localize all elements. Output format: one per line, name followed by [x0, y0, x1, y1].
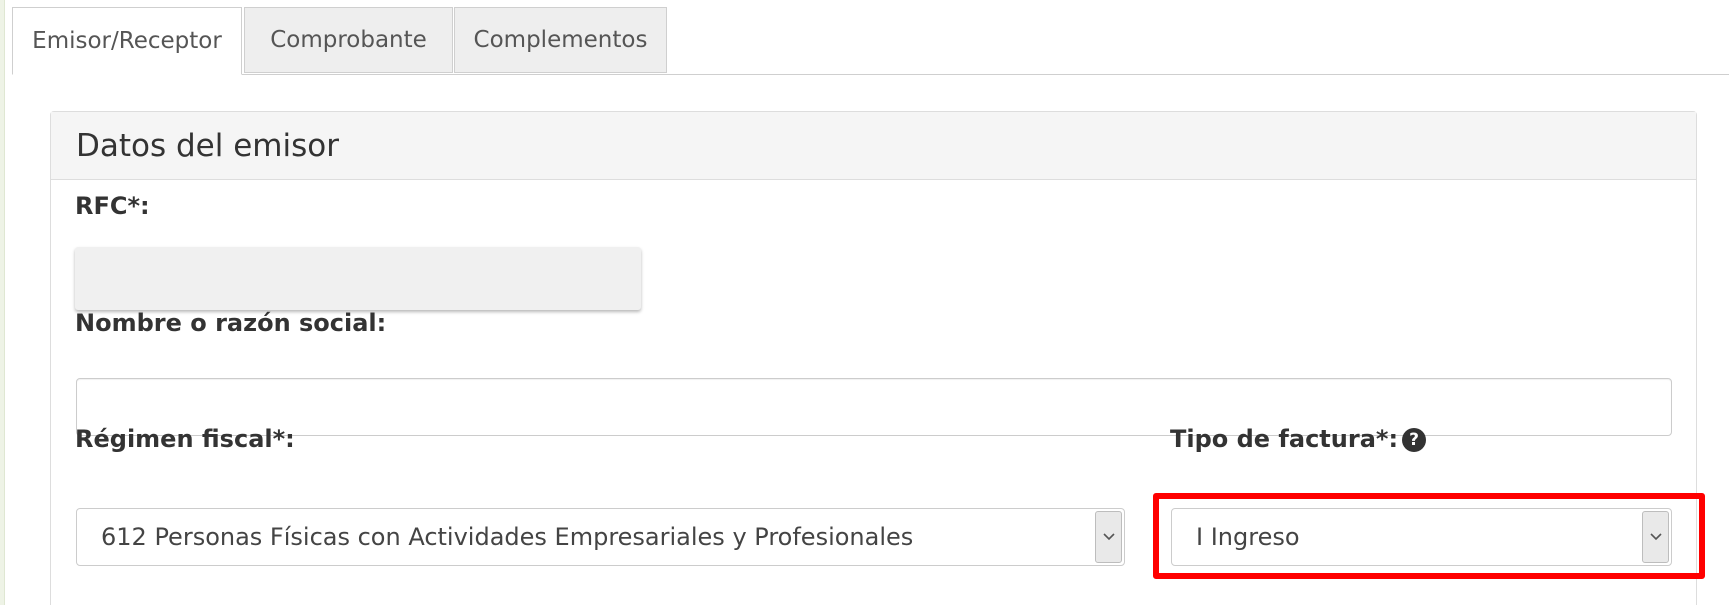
tab-bar: Emisor/Receptor Comprobante Complementos	[12, 7, 1729, 75]
chevron-down-icon[interactable]	[1095, 511, 1122, 563]
emisor-panel: Datos del emisor RFC*: Nombre o razón so…	[50, 111, 1697, 605]
chevron-down-icon[interactable]	[1642, 511, 1669, 563]
tab-label: Emisor/Receptor	[32, 28, 222, 54]
tipo-factura-select[interactable]: I Ingreso	[1171, 508, 1672, 566]
nombre-label: Nombre o razón social:	[75, 309, 387, 337]
panel-title: Datos del emisor	[76, 127, 339, 164]
tab-complementos[interactable]: Complementos	[454, 7, 667, 73]
regimen-label: Régimen fiscal*:	[75, 425, 295, 453]
tab-label: Comprobante	[270, 27, 427, 53]
regimen-select[interactable]: 612 Personas Físicas con Actividades Emp…	[76, 508, 1125, 566]
tipo-selected-value: I Ingreso	[1196, 523, 1300, 551]
tipo-label-wrapper: Tipo de factura*:?	[1170, 425, 1427, 453]
tab-comprobante[interactable]: Comprobante	[244, 7, 453, 73]
tab-emisor-receptor[interactable]: Emisor/Receptor	[12, 7, 242, 75]
nombre-input[interactable]	[76, 378, 1672, 436]
question-circle-icon[interactable]: ?	[1402, 428, 1427, 452]
tipo-label: Tipo de factura*:	[1170, 425, 1399, 453]
panel-heading: Datos del emisor	[51, 112, 1696, 180]
invoice-form-page: Emisor/Receptor Comprobante Complementos…	[0, 0, 1729, 605]
tab-label: Complementos	[473, 27, 648, 53]
rfc-input[interactable]	[75, 247, 641, 310]
left-edge-strip	[0, 0, 5, 605]
rfc-label: RFC*:	[75, 192, 150, 220]
regimen-selected-value: 612 Personas Físicas con Actividades Emp…	[101, 523, 914, 551]
